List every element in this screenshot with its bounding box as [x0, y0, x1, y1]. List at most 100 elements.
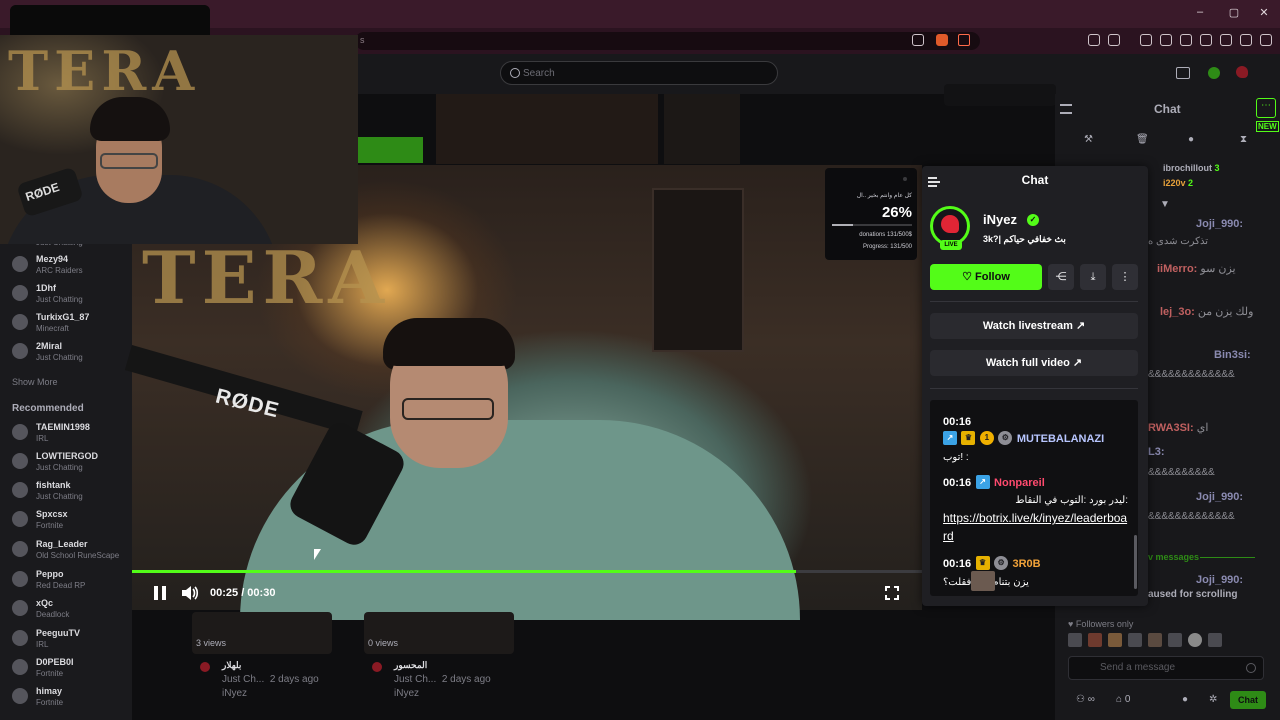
- vod-channel[interactable]: iNyez: [222, 688, 247, 699]
- share-button[interactable]: ⋲: [1048, 264, 1074, 290]
- channel-name: LOWTIERGOD: [36, 451, 98, 461]
- avatar: [12, 541, 28, 557]
- sidebar-item-peeguutv[interactable]: PeeguuTV IRL: [10, 627, 132, 655]
- channel-game: Just Chatting: [36, 492, 83, 501]
- minimize-icon[interactable]: –: [1192, 6, 1208, 18]
- bg-chat-user: L3:: [1148, 446, 1165, 458]
- sidebar-item-fishtank[interactable]: fishtank Just Chatting: [10, 479, 132, 507]
- chat-link[interactable]: https://botrix.live/k/inyez/leaderboard: [943, 509, 1128, 545]
- sidebar-toggle-icon[interactable]: [1160, 34, 1172, 46]
- avatar: [12, 482, 28, 498]
- sidebar-item-1dhf[interactable]: 1Dhf Just Chatting: [10, 282, 132, 310]
- avatar: [12, 600, 28, 616]
- chat-username[interactable]: 3R0B: [1013, 558, 1041, 570]
- chat-scrollbar[interactable]: [1134, 535, 1137, 589]
- channel-game: IRL: [36, 434, 49, 443]
- pause-icon[interactable]: [154, 586, 166, 600]
- channel-name: D0PEB0I: [36, 657, 74, 667]
- sidebar-item-xqc[interactable]: xQc Deadlock: [10, 597, 132, 625]
- follow-button[interactable]: ♡ Follow: [930, 264, 1042, 290]
- clip-icon[interactable]: [1176, 67, 1190, 79]
- close-icon[interactable]: ✕: [1256, 6, 1272, 19]
- wallet-icon[interactable]: [1180, 34, 1192, 46]
- sidebar-item-mezy94[interactable]: Mezy94 ARC Raiders: [10, 253, 132, 281]
- channel-name[interactable]: iNyez: [983, 212, 1017, 227]
- points-icon[interactable]: ⚇ ∞: [1076, 694, 1095, 705]
- kick-logo-icon[interactable]: [1208, 67, 1220, 79]
- browser-menu-icon[interactable]: [1260, 34, 1272, 46]
- fullscreen-icon[interactable]: [885, 586, 899, 600]
- sidebar-item-peppo[interactable]: Peppo Red Dead RP: [10, 568, 132, 596]
- paused-scrolling-notice[interactable]: aused for scrolling: [1148, 589, 1237, 600]
- video-progress-fill: [132, 570, 796, 573]
- channel-name: 1Dhf: [36, 283, 56, 293]
- vpn-icon[interactable]: [1220, 34, 1232, 46]
- sidebar-item-himay[interactable]: himay Fortnite: [10, 685, 132, 713]
- popup-title: Chat: [1021, 173, 1049, 187]
- pin-icon[interactable]: ⚒: [1084, 134, 1093, 145]
- download-icon: ⤓: [1090, 271, 1096, 283]
- maximize-icon[interactable]: ▢: [1226, 6, 1242, 19]
- downloads-icon[interactable]: [1108, 34, 1120, 46]
- mouse-cursor: [314, 549, 321, 560]
- settings-icon[interactable]: ✲: [1209, 694, 1217, 705]
- emote-row: [1068, 633, 1248, 649]
- background-follow-button: [358, 137, 423, 163]
- watch-full-video-button[interactable]: Watch full video ↗: [930, 350, 1138, 376]
- more-options-icon[interactable]: ⋯: [1256, 98, 1276, 118]
- collapse-chat-icon[interactable]: [1060, 104, 1072, 114]
- channel-game: ARC Raiders: [36, 266, 83, 275]
- filter-icon[interactable]: ▼: [1160, 199, 1170, 210]
- vod-title[interactable]: المحسور: [394, 660, 427, 671]
- sidebar-item-lowtiergod[interactable]: LOWTIERGOD Just Chatting: [10, 450, 132, 478]
- avatar: [372, 662, 382, 672]
- brave-rewards-icon[interactable]: [958, 34, 970, 46]
- webcam-overlay: TERA RØDE: [0, 35, 358, 244]
- donation-total: donations 131/500$: [859, 232, 912, 238]
- og-badge-icon: ↗: [975, 474, 990, 489]
- wall-letters: TERA: [142, 235, 391, 320]
- media-icon[interactable]: [1140, 34, 1152, 46]
- profile-icon[interactable]: [1240, 34, 1252, 46]
- address-bar[interactable]: [355, 32, 980, 50]
- show-more-link[interactable]: Show More: [12, 377, 58, 387]
- channel-game: Fortnite: [36, 698, 64, 707]
- channel-game: Just Chatting: [36, 463, 83, 472]
- emoji-icon[interactable]: [1246, 663, 1256, 673]
- og-badge-icon: ↗: [943, 430, 957, 445]
- sidebar-item-d0peb0i[interactable]: D0PEB0I Fortnite: [10, 656, 132, 684]
- trash-icon[interactable]: 🗑: [1136, 134, 1149, 145]
- extensions-icon[interactable]: [1088, 34, 1100, 46]
- background-tooltip: [944, 84, 1056, 106]
- send-message-placeholder: Send a message: [1100, 662, 1176, 673]
- download-button[interactable]: ⤓: [1080, 264, 1106, 290]
- more-button[interactable]: ⋮: [1112, 264, 1138, 290]
- chat-send-button[interactable]: Chat: [1230, 691, 1266, 709]
- channel-name: Rag_Leader: [36, 539, 88, 549]
- watch-livestream-button[interactable]: Watch livestream ↗: [930, 313, 1138, 339]
- vod-title[interactable]: بلهلار: [222, 660, 241, 671]
- sidebar-item-turkixg1[interactable]: TurkixG1_87 Minecraft: [10, 311, 132, 339]
- sidebar-item-rag-leader[interactable]: Rag_Leader Old School RuneScape: [10, 538, 132, 566]
- brave-shield-icon[interactable]: [936, 34, 948, 46]
- bg-chat-user: Joji_990:: [1196, 574, 1244, 586]
- chat-username[interactable]: Nonpareil: [994, 477, 1045, 489]
- sidebar-item-2miral[interactable]: 2Miral Just Chatting: [10, 340, 132, 368]
- new-messages-divider[interactable]: v messages: [1148, 552, 1199, 562]
- divider: [930, 301, 1138, 302]
- donation-message: كل عام وانتم بخير ..ال: [856, 193, 912, 199]
- leo-icon[interactable]: [1200, 34, 1212, 46]
- channel-name: TAEMIN1998: [36, 422, 90, 432]
- gift-icon[interactable]: ⌂ 0: [1116, 694, 1130, 705]
- vod-channel[interactable]: iNyez: [394, 688, 419, 699]
- chat-username[interactable]: MUTEBALANAZI: [1017, 433, 1104, 445]
- channel-name: himay: [36, 686, 63, 696]
- volume-icon[interactable]: [181, 585, 199, 601]
- user-avatar[interactable]: [1236, 66, 1248, 78]
- sidebar-item-spxcsx[interactable]: Spxcsx Fortnite: [10, 508, 132, 536]
- hourglass-icon[interactable]: ⧗: [1240, 134, 1247, 145]
- share-icon[interactable]: [912, 34, 924, 46]
- bubble-icon[interactable]: ●: [1188, 134, 1194, 145]
- chat-bubble-icon[interactable]: ●: [1182, 694, 1188, 705]
- sidebar-item-taemin1998[interactable]: TAEMIN1998 IRL: [10, 421, 132, 449]
